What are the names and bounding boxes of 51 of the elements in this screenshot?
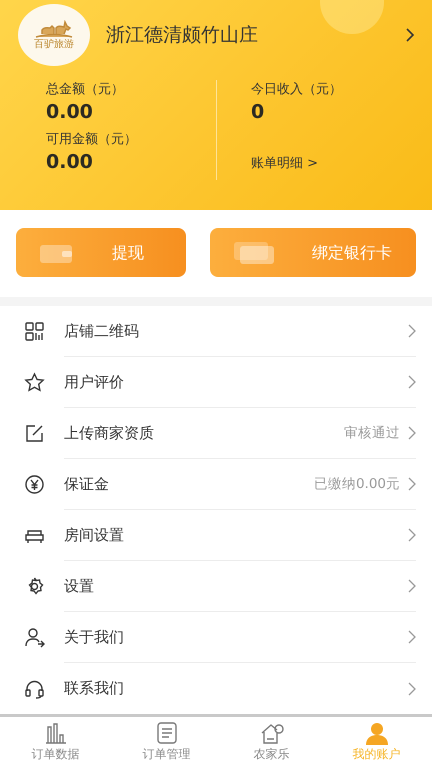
stat-label: 可用金额（元） bbox=[46, 131, 138, 150]
menu-item[interactable]: 设置 bbox=[0, 561, 432, 612]
stat-label: 总金额（元） bbox=[46, 81, 125, 99]
qr-code-icon bbox=[24, 321, 45, 342]
chevron-right-icon[interactable] bbox=[404, 27, 416, 43]
stat-label: 今日收入（元） bbox=[251, 81, 342, 99]
logo-text: 百驴旅游 bbox=[34, 40, 74, 50]
status-text: 审核通过 bbox=[344, 424, 400, 443]
menu-item[interactable]: 联系我们 bbox=[0, 663, 432, 714]
menu-item[interactable]: 保证金 已缴纳0.00元 bbox=[0, 459, 432, 510]
menu-label: 上传商家资质 bbox=[64, 422, 155, 444]
bar-chart-icon bbox=[44, 720, 68, 744]
status-text: 已缴纳0.00元 bbox=[314, 474, 400, 494]
menu-item[interactable]: 上传商家资质 审核通过 bbox=[0, 408, 432, 459]
menu-item[interactable]: 用户评价 bbox=[0, 357, 432, 408]
chevron-right-icon bbox=[408, 528, 416, 542]
donkey-icon bbox=[34, 20, 74, 40]
stat-value: 0 bbox=[251, 100, 266, 124]
bill-detail-link[interactable]: 账单明细 > bbox=[251, 154, 342, 174]
user-arrow-icon bbox=[24, 627, 45, 648]
headset-icon bbox=[24, 678, 45, 699]
chevron-right-icon bbox=[408, 630, 416, 644]
chevron-right-icon bbox=[408, 477, 416, 491]
menu-item[interactable]: 店铺二维码 bbox=[0, 306, 432, 357]
menu-label: 关于我们 bbox=[64, 626, 125, 648]
star-icon bbox=[24, 372, 45, 393]
chevron-right-icon bbox=[408, 375, 416, 389]
stat-value: 0.00 bbox=[46, 100, 94, 124]
person-icon bbox=[364, 720, 388, 744]
chevron-right-icon bbox=[408, 324, 416, 338]
chevron-right-icon bbox=[408, 682, 416, 696]
document-icon bbox=[154, 720, 178, 744]
tab-item[interactable]: 订单数据 bbox=[0, 717, 111, 766]
tab-item[interactable]: 订单管理 bbox=[111, 717, 222, 766]
menu-item[interactable]: 房间设置 bbox=[0, 510, 432, 561]
menu-label: 用户评价 bbox=[64, 372, 125, 393]
menu-label: 设置 bbox=[64, 576, 95, 597]
tab-item[interactable]: 农家乐 bbox=[222, 717, 321, 766]
card-icon bbox=[234, 242, 274, 264]
chevron-right-icon bbox=[408, 579, 416, 593]
shop-name: 浙江德清颇竹山庄 bbox=[106, 22, 259, 48]
menu-item[interactable]: 关于我们 bbox=[0, 612, 432, 663]
wallet-icon bbox=[40, 242, 74, 262]
stat-value: 0.00 bbox=[46, 150, 94, 174]
chevron-right-icon bbox=[408, 426, 416, 440]
menu-label: 房间设置 bbox=[64, 524, 125, 546]
edit-icon bbox=[24, 423, 45, 444]
yen-circle-icon bbox=[24, 474, 45, 495]
menu-label: 联系我们 bbox=[64, 678, 125, 700]
menu-label: 保证金 bbox=[64, 474, 110, 495]
menu-label: 店铺二维码 bbox=[64, 320, 140, 342]
